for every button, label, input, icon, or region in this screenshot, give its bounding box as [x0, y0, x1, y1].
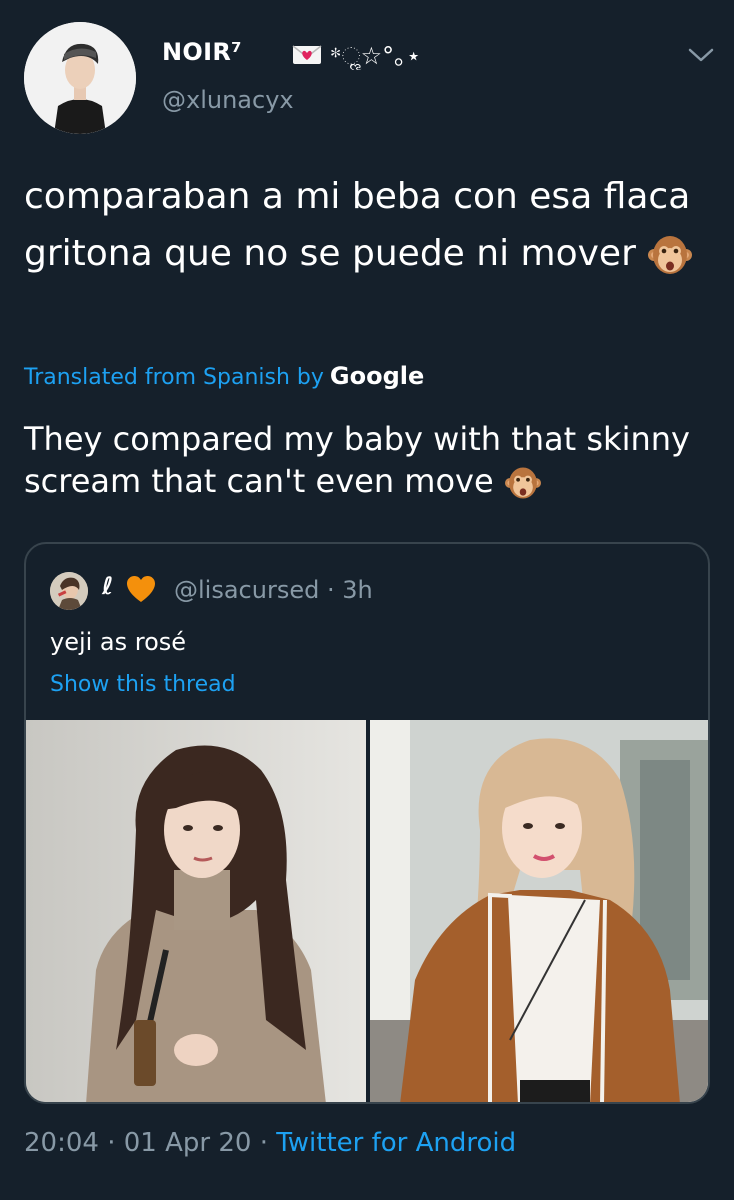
tweet-meta: 20:04 · 01 Apr 20 · Twitter for Android	[24, 1128, 516, 1158]
translated-text: They compared my baby with that skinny s…	[24, 418, 714, 502]
love-letter-icon	[292, 45, 322, 64]
monkey-face-icon	[648, 236, 693, 274]
quoted-tweet-text: yeji as rosé	[50, 628, 187, 656]
quoted-author-avatar-image	[50, 572, 88, 610]
quoted-photo-2[interactable]	[370, 720, 708, 1102]
tweet-client-link[interactable]: Twitter for Android	[276, 1128, 516, 1158]
translation-attribution: Translated from Spanish by Google	[24, 362, 424, 390]
quoted-photo-1[interactable]	[26, 720, 366, 1102]
tweet-menu-button[interactable]	[684, 40, 718, 70]
author-handle[interactable]: @xlunacyx	[162, 86, 294, 114]
orange-heart-icon	[126, 575, 156, 603]
author-avatar[interactable]	[24, 22, 136, 134]
monkey-face-icon	[504, 467, 541, 499]
tweet-text-body: comparaban a mi beba con esa flaca grito…	[24, 176, 691, 274]
author-name-decoration: *ૢ☆°｡⋆	[292, 36, 421, 71]
photo-woman-turtleneck	[26, 720, 366, 1102]
quoted-author-avatar[interactable]	[50, 572, 88, 610]
tweet-time: 20:04	[24, 1128, 99, 1158]
tweet-text: comparaban a mi beba con esa flaca grito…	[24, 168, 714, 282]
quoted-author-handle[interactable]: @lisacursed	[174, 576, 319, 604]
name-decoration-text: *ૢ☆°｡⋆	[329, 42, 422, 70]
translated-from-link[interactable]: Translated from Spanish by	[24, 365, 324, 390]
quoted-author-handle-time: @lisacursed · 3h	[174, 576, 373, 604]
meta-separator: ·	[259, 1128, 268, 1158]
quoted-tweet-card[interactable]: ℓ @lisacursed · 3h yeji as rosé Show thi…	[24, 542, 710, 1104]
meta-separator: ·	[326, 576, 335, 604]
author-avatar-image	[24, 22, 136, 134]
quoted-media[interactable]	[26, 720, 708, 1102]
google-logo: Google	[329, 362, 425, 390]
show-thread-link[interactable]: Show this thread	[50, 672, 236, 697]
translated-text-body: They compared my baby with that skinny s…	[24, 420, 690, 500]
chevron-down-icon	[688, 48, 714, 62]
meta-separator: ·	[107, 1128, 116, 1158]
quoted-author-name[interactable]: ℓ	[102, 572, 113, 600]
quoted-tweet-age: 3h	[342, 576, 373, 604]
author-display-name[interactable]: NOIR⁷	[162, 38, 242, 66]
tweet-date: 01 Apr 20	[123, 1128, 252, 1158]
photo-woman-leather-jacket	[370, 720, 708, 1102]
